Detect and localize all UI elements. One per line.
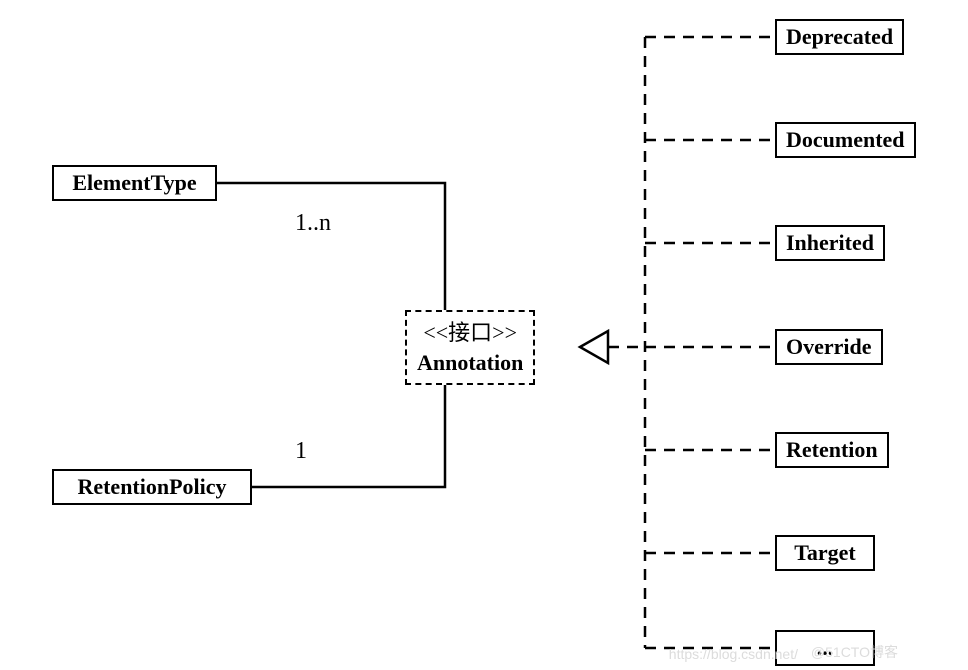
interface-box-annotation: <<接口>> Annotation xyxy=(405,310,535,385)
class-box-inherited: Inherited xyxy=(775,225,885,261)
class-box-override: Override xyxy=(775,329,883,365)
multiplicity-elementtype: 1..n xyxy=(295,210,331,237)
class-label: ElementType xyxy=(72,170,196,196)
class-box-deprecated: Deprecated xyxy=(775,19,904,55)
class-box-retentionpolicy: RetentionPolicy xyxy=(52,469,252,505)
class-label: Retention xyxy=(786,437,878,463)
interface-stereotype: <<接口>> xyxy=(417,318,523,348)
class-label: Documented xyxy=(786,127,905,153)
class-label: Inherited xyxy=(786,230,874,256)
class-label: Deprecated xyxy=(786,24,893,50)
class-box-documented: Documented xyxy=(775,122,916,158)
class-box-target: Target xyxy=(775,535,875,571)
class-label: Target xyxy=(794,540,856,566)
watermark-51cto: @51CTO博客 xyxy=(811,642,898,662)
watermark-csdn: https://blog.csdn.net/ xyxy=(669,646,798,662)
class-box-elementtype: ElementType xyxy=(52,165,217,201)
interface-name: Annotation xyxy=(417,348,523,378)
class-box-retention: Retention xyxy=(775,432,889,468)
multiplicity-retentionpolicy: 1 xyxy=(295,438,307,465)
class-label: RetentionPolicy xyxy=(77,474,226,500)
class-label: Override xyxy=(786,334,872,360)
